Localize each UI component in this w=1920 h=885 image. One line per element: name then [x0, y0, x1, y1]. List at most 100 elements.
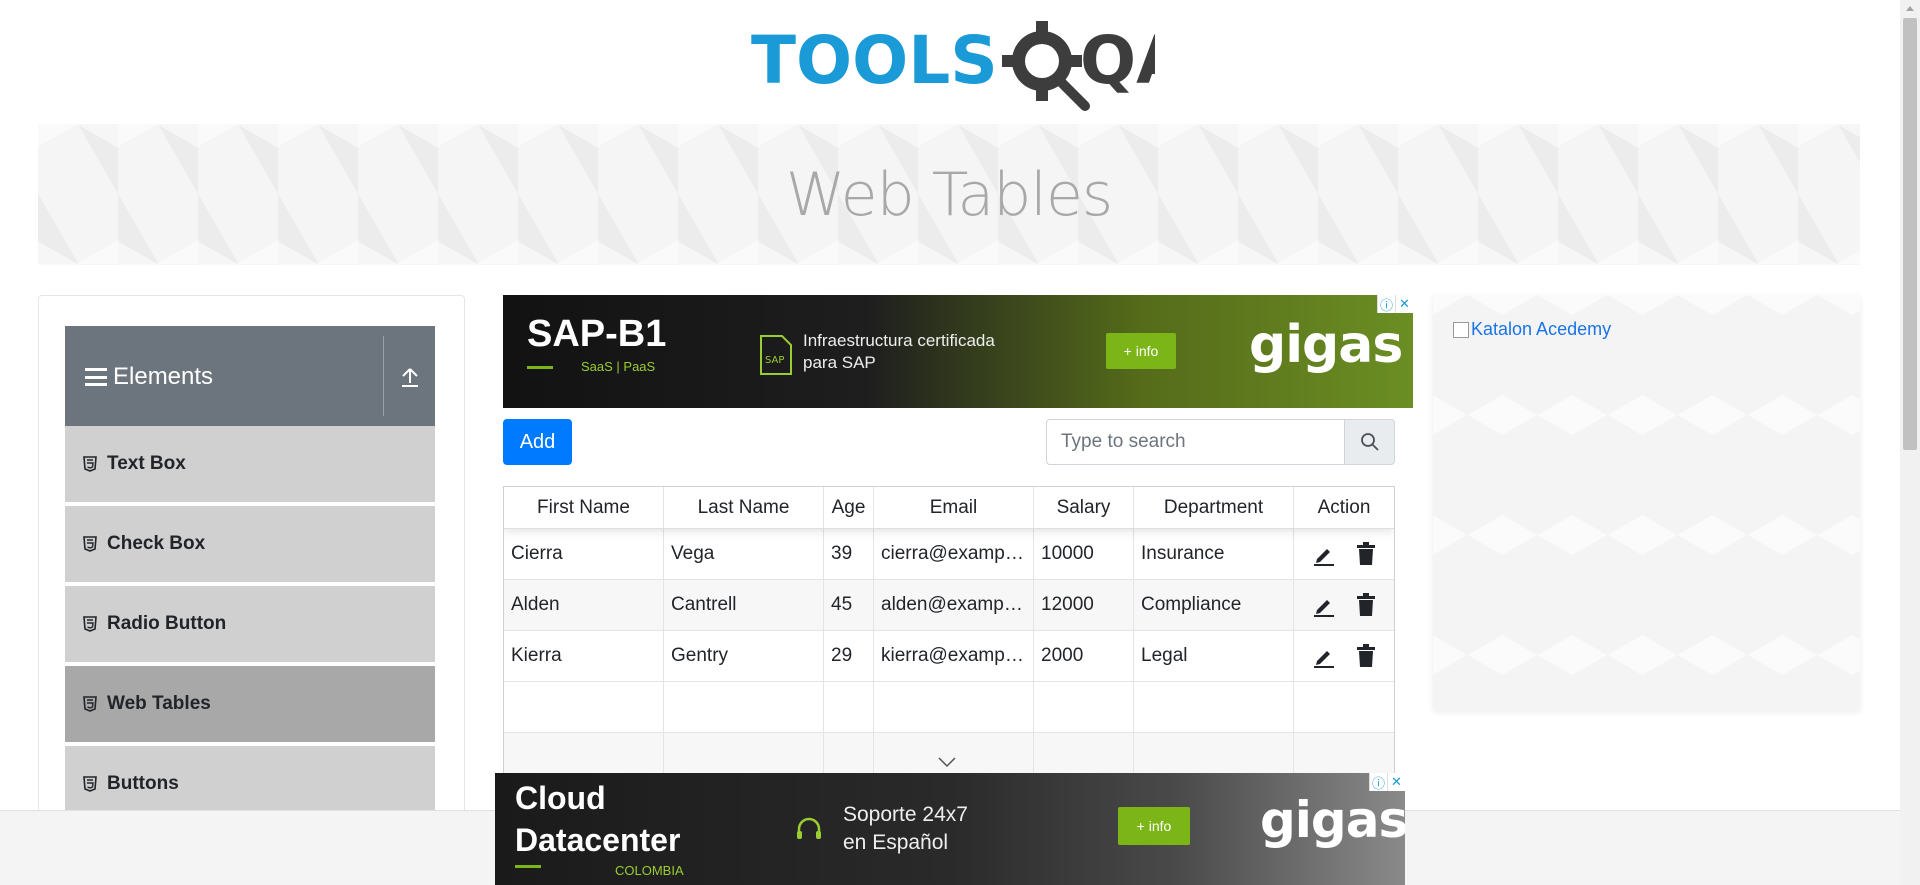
search-icon — [1360, 433, 1379, 451]
ad-close-icon[interactable]: ✕ — [1395, 295, 1413, 313]
ad-info-icon[interactable]: ⓘ — [1369, 773, 1387, 791]
cell-first-name: Cierra — [504, 529, 664, 579]
html5-icon — [83, 696, 97, 712]
cell-age: 29 — [824, 631, 874, 681]
sidebar-item-text-box[interactable]: Text Box — [65, 426, 435, 504]
header-divider — [383, 336, 384, 416]
cell-salary: 10000 — [1034, 529, 1134, 579]
column-header[interactable]: First Name — [504, 487, 664, 528]
add-button[interactable]: Add — [503, 419, 572, 465]
sidebar-item-radio-button[interactable]: Radio Button — [65, 586, 435, 664]
cell-email: cierra@example.com — [874, 529, 1034, 579]
table-row: Cierra Vega 39 cierra@example.com 10000 … — [504, 529, 1394, 580]
column-header[interactable]: Email — [874, 487, 1034, 528]
cell-department: Legal — [1134, 631, 1294, 681]
scrollbar-thumb[interactable] — [1903, 18, 1917, 450]
cell-last-name: Vega — [664, 529, 824, 579]
gear-magnifier-icon — [1002, 21, 1090, 111]
group-title: Elements — [85, 363, 213, 391]
column-header[interactable]: Age — [824, 487, 874, 528]
ad-subline: COLOMBIA — [615, 863, 684, 878]
cell-department: Insurance — [1134, 529, 1294, 579]
ad-headline: SAP-B1 — [527, 313, 667, 355]
chevron-down-icon[interactable] — [937, 755, 957, 773]
ad-banner-top[interactable]: SAP-B1 SaaS | PaaS SAP Infraestructura c… — [503, 295, 1413, 408]
sap-document-icon: SAP — [758, 333, 796, 384]
sidebar-item-label: Radio Button — [107, 613, 227, 634]
svg-text:SAP: SAP — [765, 355, 784, 366]
cell-last-name: Cantrell — [664, 580, 824, 630]
scroll-up-arrow-icon[interactable] — [1906, 6, 1914, 11]
cell-actions — [1294, 529, 1394, 579]
column-header[interactable]: Department — [1134, 487, 1294, 528]
search-input[interactable] — [1046, 419, 1344, 465]
cell-department: Compliance — [1134, 580, 1294, 630]
html5-icon — [83, 776, 97, 792]
cell-email: alden@example.com — [874, 580, 1034, 630]
elements-group-header[interactable]: Elements — [65, 326, 435, 426]
page-title: Web Tables — [785, 160, 1113, 230]
table-row-empty — [504, 682, 1394, 733]
column-header[interactable]: Salary — [1034, 487, 1134, 528]
cell-age: 45 — [824, 580, 874, 630]
ad-close-icon[interactable]: ✕ — [1387, 773, 1405, 791]
column-header[interactable]: Action — [1294, 487, 1394, 528]
cell-actions — [1294, 631, 1394, 681]
table-row: Alden Cantrell 45 alden@example.com 1200… — [504, 580, 1394, 631]
sidebar-item-check-box[interactable]: Check Box — [65, 506, 435, 584]
collapse-arrow-icon[interactable] — [399, 366, 421, 388]
ad-accent-line — [527, 366, 553, 369]
cell-last-name: Gentry — [664, 631, 824, 681]
ad-info-button[interactable]: + info — [1118, 807, 1190, 845]
logo-qa-text: QA — [1080, 22, 1155, 99]
cell-age: 39 — [824, 529, 874, 579]
column-header[interactable]: Last Name — [664, 487, 824, 528]
cell-salary: 12000 — [1034, 580, 1134, 630]
page-scrollbar[interactable] — [1900, 0, 1920, 885]
delete-trash-icon[interactable] — [1356, 644, 1376, 668]
group-title-label: Elements — [113, 363, 214, 390]
web-table: First Name Last Name Age Email Salary De… — [503, 486, 1395, 776]
ad-text: Soporte 24x7 en Español — [843, 803, 968, 854]
table-row: Kierra Gentry 29 kierra@example.com 2000… — [504, 631, 1394, 682]
cell-email: kierra@example.com — [874, 631, 1034, 681]
toolsqa-logo[interactable]: TOOLS QA — [745, 16, 1187, 114]
cell-first-name: Kierra — [504, 631, 664, 681]
sidebar-item-label: Text Box — [107, 453, 186, 474]
edit-pencil-icon[interactable] — [1312, 644, 1336, 668]
page-banner: Web Tables — [38, 124, 1860, 265]
ad-headline: Cloud Datacenter — [515, 780, 681, 858]
katalon-academy-link[interactable]: Katalon Acedemy — [1453, 319, 1611, 340]
delete-trash-icon[interactable] — [1356, 593, 1376, 617]
html5-icon — [83, 536, 97, 552]
ad-brand: gigas — [1260, 791, 1405, 849]
ad-accent-line — [515, 865, 541, 868]
sidebar: Elements Text Box Check Box Radio Button… — [38, 295, 465, 885]
ad-controls[interactable]: ⓘ ✕ — [1377, 295, 1413, 313]
broken-image-icon — [1453, 321, 1469, 338]
search-box — [1046, 419, 1395, 465]
logo-tools-text: TOOLS — [751, 22, 998, 99]
cell-first-name: Alden — [504, 580, 664, 630]
search-button[interactable] — [1344, 419, 1395, 465]
sidebar-item-label: Web Tables — [107, 693, 211, 714]
ad-banner-bottom[interactable]: Cloud Datacenter COLOMBIA Soporte 24x7 e… — [495, 773, 1405, 885]
html5-icon — [83, 456, 97, 472]
ad-text: Infraestructura certificada para SAP — [803, 331, 995, 372]
sidebar-item-label: Buttons — [107, 773, 179, 794]
sidebar-item-web-tables[interactable]: Web Tables — [65, 666, 435, 744]
edit-pencil-icon[interactable] — [1312, 593, 1336, 617]
right-ad-panel: Katalon Acedemy — [1433, 295, 1860, 710]
sidebar-item-label: Check Box — [107, 533, 206, 554]
html5-icon — [83, 616, 97, 632]
ad-subline: SaaS | PaaS — [581, 359, 656, 374]
edit-pencil-icon[interactable] — [1312, 542, 1336, 566]
page: TOOLS QA Web Tables Elements — [0, 0, 1920, 885]
headset-icon — [795, 816, 823, 849]
ad-info-button[interactable]: + info — [1106, 333, 1176, 369]
cell-actions — [1294, 580, 1394, 630]
ad-controls[interactable]: ⓘ ✕ — [1369, 773, 1405, 791]
cell-salary: 2000 — [1034, 631, 1134, 681]
ad-info-icon[interactable]: ⓘ — [1377, 295, 1395, 313]
delete-trash-icon[interactable] — [1356, 542, 1376, 566]
